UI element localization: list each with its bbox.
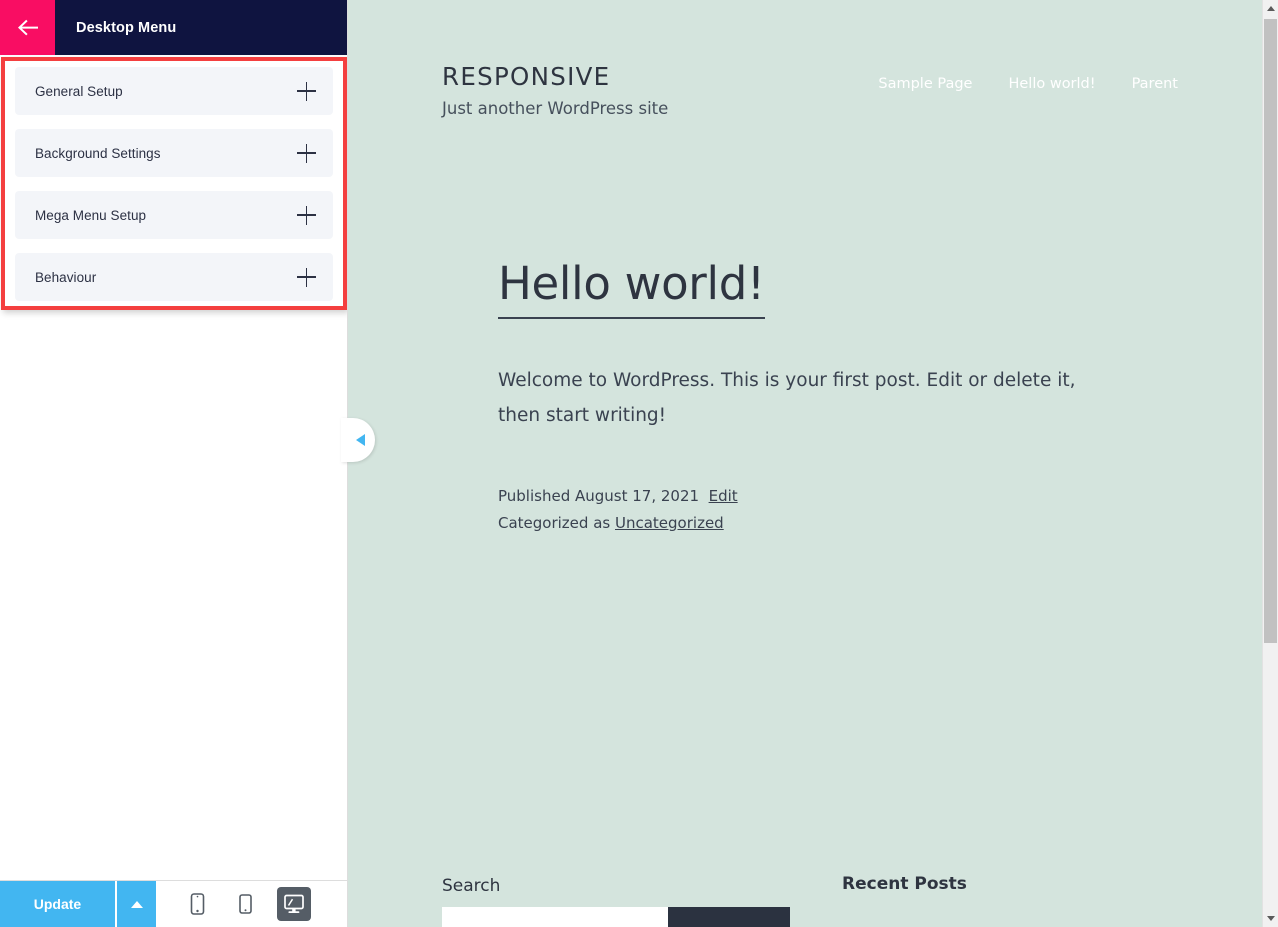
customizer-footer: Update [0,880,347,927]
accordion-item-label: General Setup [35,83,123,99]
post-category-line: Categorized as Uncategorized [498,510,1128,537]
accordion-section-list: General Setup Background Settings Mega M… [5,61,343,301]
accordion-item-general-setup[interactable]: General Setup [15,67,333,115]
update-button[interactable]: Update [0,881,117,927]
site-title[interactable]: RESPONSIVE [442,62,668,91]
arrow-left-icon [17,19,39,36]
primary-navigation: Sample Page Hello world! Parent [878,62,1206,92]
widget-search-title: Search [442,876,501,896]
post-excerpt: Welcome to WordPress. This is your first… [498,369,1076,426]
scroll-up-button[interactable] [1263,0,1278,17]
scroll-up-arrow-icon [1266,6,1275,11]
scroll-down-arrow-icon [1266,916,1275,921]
plus-icon[interactable] [297,143,316,163]
categorized-prefix: Categorized as [498,513,611,532]
tablet-icon [237,893,254,915]
accordion-item-behaviour[interactable]: Behaviour [15,253,333,301]
post-edit-link[interactable]: Edit [709,487,738,505]
device-button-tablet[interactable] [229,887,263,921]
accordion-item-mega-menu-setup[interactable]: Mega Menu Setup [15,191,333,239]
preview-viewport: RESPONSIVE Just another WordPress site S… [348,0,1256,927]
back-button[interactable] [0,0,55,55]
nav-link-sample-page[interactable]: Sample Page [878,76,972,92]
post-article: Hello world! Welcome to WordPress. This … [498,258,1128,536]
post-published-line: Published August 17, 2021 Edit [498,483,1128,510]
plus-icon[interactable] [297,205,316,225]
site-description: Just another WordPress site [442,99,669,119]
widget-recent-posts-title: Recent Posts [842,874,967,894]
plus-icon[interactable] [297,81,316,101]
mobile-icon [189,893,206,915]
device-preview-switcher [156,881,347,927]
search-submit-button[interactable] [668,907,790,927]
post-published-text: Published August 17, 2021 [498,487,700,506]
customizer-sidebar: Desktop Menu General Setup Background Se… [0,0,348,927]
post-category-link[interactable]: Uncategorized [615,514,724,532]
nav-link-hello-world[interactable]: Hello world! [1008,76,1095,92]
nav-link-parent[interactable]: Parent [1132,76,1178,92]
post-meta: Published August 17, 2021 Edit Categoriz… [498,483,1128,536]
post-title[interactable]: Hello world! [498,258,765,319]
caret-up-icon [130,900,143,908]
customizer-screen: Desktop Menu General Setup Background Se… [0,0,1278,927]
device-button-desktop[interactable] [276,887,311,921]
desktop-icon [283,894,305,914]
accordion-item-label: Background Settings [35,145,161,161]
accordion-item-label: Mega Menu Setup [35,207,147,223]
panel-title: Desktop Menu [76,19,177,36]
panel-header: Desktop Menu [0,0,347,55]
site-branding: RESPONSIVE Just another WordPress site [442,62,668,118]
search-form [442,907,790,927]
widget-search: Search [442,876,792,927]
scroll-down-button[interactable] [1263,910,1278,927]
accordion-item-background-settings[interactable]: Background Settings [15,129,333,177]
page-scrollbar[interactable] [1262,0,1278,927]
site-header: RESPONSIVE Just another WordPress site S… [348,62,1256,118]
widget-recent-posts: Recent Posts [842,874,967,894]
caret-left-icon [355,434,365,446]
scrollbar-thumb[interactable] [1264,19,1277,643]
device-button-mobile[interactable] [181,887,215,921]
site-preview: RESPONSIVE Just another WordPress site S… [348,0,1278,927]
search-input[interactable] [442,907,668,927]
accordion-item-label: Behaviour [35,269,97,285]
plus-icon[interactable] [297,267,316,287]
save-options-toggle[interactable] [117,881,156,927]
